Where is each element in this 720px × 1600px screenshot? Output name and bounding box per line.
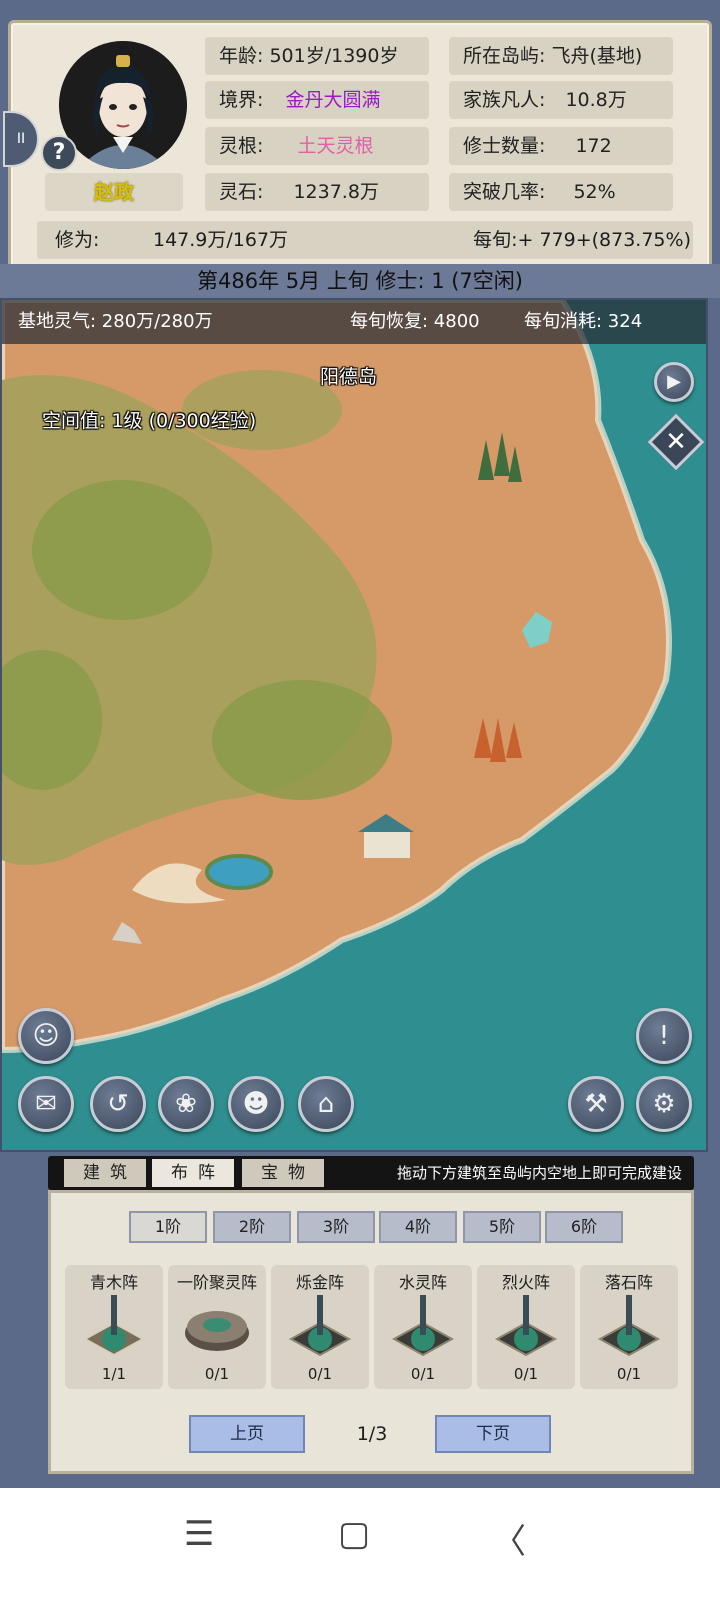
formation-array-icon	[494, 1295, 558, 1357]
cultivation-label: 修为:	[55, 229, 100, 251]
realm-stat: 境界: 金丹大圆满	[205, 81, 429, 119]
formation-count: 0/1	[616, 1365, 642, 1383]
side-collapse-tab[interactable]: II	[3, 111, 39, 167]
recent-apps-icon[interactable]: ☰	[184, 1514, 214, 1554]
cultivators-label: 修士数量:	[463, 135, 546, 157]
island-name: 阳德岛	[320, 366, 378, 388]
tab-treasures[interactable]: 宝物	[242, 1159, 324, 1187]
prev-page-button[interactable]: 上页	[189, 1415, 305, 1453]
play-icon[interactable]: ▶	[654, 362, 694, 402]
age-stat: 年龄: 501岁/1390岁	[205, 37, 429, 75]
age-label: 年龄:	[219, 45, 264, 67]
date-status-bar: 第486年 5月 上旬 修士: 1 (7空闲)	[0, 264, 720, 298]
tier-1-button[interactable]: 1阶	[129, 1211, 207, 1243]
formation-name: 青木阵	[89, 1273, 138, 1292]
hammer-icon[interactable]: ⚒	[568, 1076, 624, 1132]
formation-count: 0/1	[307, 1365, 333, 1383]
mortals-value: 10.8万	[565, 89, 627, 111]
formation-array-icon	[597, 1295, 661, 1357]
home-icon[interactable]: ▢	[338, 1514, 370, 1554]
cultivators-stat: 修士数量: 172	[449, 127, 673, 165]
root-value: 土天灵根	[297, 135, 374, 157]
root-stat: 灵根: 土天灵根	[205, 127, 429, 165]
per-period-gain: 每旬:+ 779+(873.75%)	[473, 229, 691, 251]
age-value: 501岁/1390岁	[269, 45, 399, 67]
tab-formations[interactable]: 布阵	[152, 1159, 234, 1187]
map-status-bar: 基地灵气: 280万/280万 每旬恢复: 4800 每旬消耗: 324	[2, 300, 706, 344]
formation-count: 0/1	[513, 1365, 539, 1383]
formation-name: 一阶聚灵阵	[176, 1273, 257, 1292]
character-panel: II ? 赵政 年龄: 501岁/1390岁 境界: 金丹大圆满 灵根: 土天灵…	[3, 20, 712, 272]
bag-icon[interactable]: ✉	[18, 1076, 74, 1132]
cultivator-avatar-icon[interactable]: ☺	[18, 1008, 74, 1064]
tier-6-button[interactable]: 6阶	[545, 1211, 623, 1243]
gear-icon[interactable]: ⚙	[636, 1076, 692, 1132]
character-portrait[interactable]	[59, 41, 187, 169]
formation-name: 水灵阵	[398, 1273, 447, 1292]
question-icon[interactable]: ?	[41, 135, 77, 171]
tier-5-button[interactable]: 5阶	[463, 1211, 541, 1243]
formation-card-shuojin[interactable]: 烁金阵 0/1	[271, 1265, 369, 1389]
cultivation-bar: 修为: 147.9万/167万 每旬:+ 779+(873.75%)	[37, 221, 693, 259]
build-tab-strip: 建筑 布阵 宝物 拖动下方建筑至岛屿内空地上即可完成建设	[48, 1156, 694, 1190]
island-value: 飞舟(基地)	[551, 45, 643, 67]
page-indicator: 1/3	[356, 1423, 388, 1445]
formation-count: 1/1	[101, 1365, 127, 1383]
base-qi-label: 基地灵气: 280万/280万	[18, 311, 213, 332]
spirit-gathering-icon	[185, 1311, 249, 1351]
space-level: 空间值: 1级 (0/300经验)	[42, 410, 257, 432]
build-hint: 拖动下方建筑至岛屿内空地上即可完成建设	[396, 1164, 682, 1182]
consume-label: 每旬消耗: 324	[524, 311, 643, 332]
formation-panel: 1阶 2阶 3阶 4阶 5阶 6阶 青木阵 1/1 一阶聚灵阵 0/1 烁金阵	[48, 1190, 694, 1474]
realm-label: 境界:	[219, 89, 264, 111]
tier-2-button[interactable]: 2阶	[213, 1211, 291, 1243]
tier-4-button[interactable]: 4阶	[379, 1211, 457, 1243]
scroll-icon[interactable]: ↺	[90, 1076, 146, 1132]
realm-value: 金丹大圆满	[285, 89, 381, 111]
system-navigation-bar: ☰ ▢ 〈	[0, 1488, 720, 1600]
formation-name: 烈火阵	[501, 1273, 550, 1292]
build-area: 建筑 布阵 宝物 拖动下方建筑至岛屿内空地上即可完成建设 1阶 2阶 3阶 4阶…	[0, 1152, 720, 1488]
exclamation-icon[interactable]: !	[636, 1008, 692, 1064]
formation-name: 落石阵	[604, 1273, 653, 1292]
breakthrough-stat: 突破几率: 52%	[449, 173, 673, 211]
recovery-label: 每旬恢复: 4800	[350, 311, 480, 332]
island-map[interactable]: 基地灵气: 280万/280万 每旬恢复: 4800 每旬消耗: 324 阳德岛…	[0, 298, 708, 1152]
cultivators-value: 172	[575, 135, 612, 157]
stones-label: 灵石:	[219, 181, 264, 203]
breakthrough-label: 突破几率:	[463, 181, 546, 203]
stones-stat: 灵石: 1237.8万	[205, 173, 429, 211]
formation-card-spirit-gathering[interactable]: 一阶聚灵阵 0/1	[168, 1265, 266, 1389]
back-icon[interactable]: 〈	[492, 1514, 526, 1563]
root-label: 灵根:	[219, 135, 264, 157]
disciple-icon[interactable]: ☻	[228, 1076, 284, 1132]
formation-array-icon	[288, 1295, 352, 1357]
mortals-label: 家族凡人:	[463, 89, 546, 111]
formation-count: 0/1	[410, 1365, 436, 1383]
stones-value: 1237.8万	[293, 181, 379, 203]
formation-card-qingmu[interactable]: 青木阵 1/1	[65, 1265, 163, 1389]
character-name[interactable]: 赵政	[45, 173, 183, 211]
breakthrough-value: 52%	[573, 181, 616, 203]
mortals-stat: 家族凡人: 10.8万	[449, 81, 673, 119]
formation-card-luoshi[interactable]: 落石阵 0/1	[580, 1265, 678, 1389]
formation-count: 0/1	[204, 1365, 230, 1383]
tab-buildings[interactable]: 建筑	[64, 1159, 146, 1187]
formation-card-shuiling[interactable]: 水灵阵 0/1	[374, 1265, 472, 1389]
cultivation-value: 147.9万/167万	[153, 229, 289, 251]
herb-icon[interactable]: ❀	[158, 1076, 214, 1132]
formation-array-icon	[82, 1295, 146, 1357]
formation-array-icon	[391, 1295, 455, 1357]
island-label: 所在岛屿:	[463, 45, 546, 67]
formation-name: 烁金阵	[295, 1273, 344, 1292]
tier-3-button[interactable]: 3阶	[297, 1211, 375, 1243]
island-stat: 所在岛屿: 飞舟(基地)	[449, 37, 673, 75]
gate-icon[interactable]: ⌂	[298, 1076, 354, 1132]
formation-card-liehuo[interactable]: 烈火阵 0/1	[477, 1265, 575, 1389]
next-page-button[interactable]: 下页	[435, 1415, 551, 1453]
